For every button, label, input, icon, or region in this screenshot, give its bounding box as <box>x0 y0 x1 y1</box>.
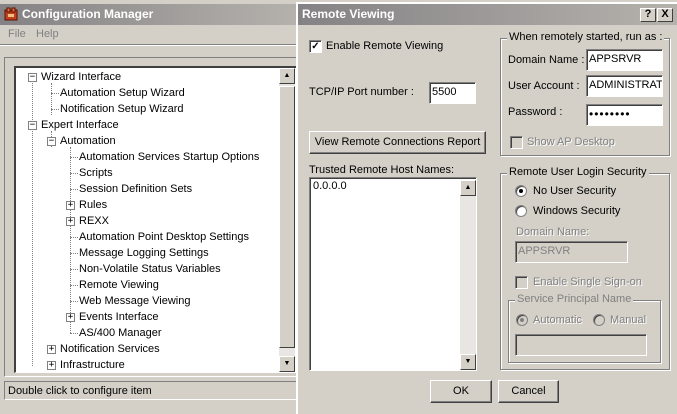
enable-remote-viewing-checkbox[interactable]: ✓ <box>309 40 322 53</box>
tree-item-automation-setup-wizard[interactable]: Automation Setup Wizard <box>60 85 185 101</box>
tree-item-infrastructure[interactable]: Infrastructure <box>60 357 125 373</box>
tree-item-message-logging[interactable]: Message Logging Settings <box>79 245 209 261</box>
tree-line <box>70 237 78 238</box>
run-as-group-title: When remotely started, run as : <box>507 31 665 43</box>
tree-line <box>70 189 78 190</box>
tree-item-remote-viewing[interactable]: Remote Viewing <box>79 277 159 293</box>
tree-item-rules[interactable]: Rules <box>79 197 107 213</box>
port-input[interactable]: 5500 <box>429 82 476 104</box>
scroll-down-button[interactable]: ▼ <box>460 354 476 370</box>
tree-item-notification-setup-wizard[interactable]: Notification Setup Wizard <box>60 101 184 117</box>
hosts-scrollbar[interactable]: ▲ ▼ <box>460 180 476 370</box>
status-bar: Double click to configure item <box>4 381 298 400</box>
config-tree[interactable]: − Wizard Interface Automation Setup Wiza… <box>14 66 297 373</box>
tree-item-as400-manager[interactable]: AS/400 Manager <box>79 325 162 341</box>
menu-separator <box>0 44 298 46</box>
enable-remote-viewing-label: Enable Remote Viewing <box>326 40 444 52</box>
tree-line <box>70 157 78 158</box>
tree-item-automation[interactable]: Automation <box>60 133 116 149</box>
tree-item-session-definition-sets[interactable]: Session Definition Sets <box>79 181 192 197</box>
scroll-down-button[interactable]: ▼ <box>279 356 295 372</box>
scroll-up-button[interactable]: ▲ <box>279 68 295 84</box>
list-item[interactable]: 0.0.0.0 <box>313 180 347 192</box>
help-button[interactable]: ? <box>640 8 656 22</box>
domain-name-input[interactable]: APPSRVR <box>586 49 663 71</box>
tree-line <box>70 147 71 333</box>
user-account-label: User Account : <box>508 80 580 92</box>
sso-domain-input[interactable]: APPSRVR <box>515 241 628 263</box>
spn-manual-input[interactable] <box>515 334 647 356</box>
expand-toggle[interactable]: + <box>66 313 75 322</box>
expand-toggle[interactable]: + <box>66 217 75 226</box>
view-connections-report-button[interactable]: View Remote Connections Report <box>309 131 486 154</box>
expand-toggle[interactable]: + <box>47 345 56 354</box>
radio-dot-icon <box>520 318 524 322</box>
tree-item-scripts[interactable]: Scripts <box>79 165 113 181</box>
cancel-button[interactable]: Cancel <box>498 380 559 403</box>
login-security-group-title: Remote User Login Security <box>507 166 649 178</box>
collapse-toggle[interactable]: − <box>28 121 37 130</box>
password-input[interactable]: •••••••• <box>586 104 663 126</box>
spn-automatic-radio[interactable] <box>516 314 528 326</box>
show-ap-desktop-label: Show AP Desktop <box>527 136 615 148</box>
tree-item-events-interface[interactable]: Events Interface <box>79 309 159 325</box>
tree-line <box>70 269 78 270</box>
tree-item-startup-options[interactable]: Automation Services Startup Options <box>79 149 259 165</box>
tree-line <box>70 285 78 286</box>
main-title-bar[interactable]: Configuration Manager <box>0 4 298 25</box>
dialog-title: Remote Viewing <box>302 7 395 21</box>
spn-manual-label: Manual <box>610 314 647 326</box>
trusted-hosts-list[interactable]: 0.0.0.0 ▲ ▼ <box>309 177 477 371</box>
tree-item-wizard-interface[interactable]: Wizard Interface <box>41 69 121 85</box>
tree-item-web-message-viewing[interactable]: Web Message Viewing <box>79 293 191 309</box>
port-label: TCP/IP Port number : <box>309 86 414 98</box>
tree-line <box>70 301 78 302</box>
app-icon <box>4 7 18 21</box>
spn-manual-radio[interactable] <box>593 314 605 326</box>
show-ap-desktop-checkbox[interactable] <box>510 136 523 149</box>
collapse-toggle[interactable]: − <box>47 137 56 146</box>
single-sign-on-checkbox[interactable] <box>515 276 528 289</box>
scroll-up-button[interactable]: ▲ <box>460 180 476 196</box>
tree-item-desktop-settings[interactable]: Automation Point Desktop Settings <box>79 229 249 245</box>
tree-line <box>70 253 78 254</box>
user-account-input[interactable]: ADMINISTRAT <box>586 75 663 97</box>
windows-security-label: Windows Security <box>533 205 621 217</box>
ok-button[interactable]: OK <box>430 380 492 403</box>
password-label: Password : <box>508 106 563 118</box>
menu-file[interactable]: File <box>8 28 26 40</box>
tree-line <box>70 173 78 174</box>
dialog-title-bar[interactable]: Remote Viewing ? X <box>298 4 677 25</box>
tree-line <box>51 83 52 115</box>
collapse-toggle[interactable]: − <box>28 73 37 82</box>
menu-help[interactable]: Help <box>36 28 59 40</box>
single-sign-on-label: Enable Single Sign-on <box>533 276 642 288</box>
domain-name-label: Domain Name : <box>508 54 585 66</box>
windows-security-radio[interactable] <box>515 205 527 217</box>
tree-item-expert-interface[interactable]: Expert Interface <box>41 117 119 133</box>
tree-item-status-variables[interactable]: Non-Volatile Status Variables <box>79 261 221 277</box>
no-user-security-radio[interactable] <box>515 185 527 197</box>
expand-toggle[interactable]: + <box>47 361 56 370</box>
scroll-thumb[interactable] <box>279 86 295 348</box>
main-window-title: Configuration Manager <box>22 7 154 21</box>
radio-dot-icon <box>519 189 523 193</box>
tree-line <box>51 93 59 94</box>
tree-item-notification-services[interactable]: Notification Services <box>60 341 160 357</box>
spn-group-title: Service Principal Name <box>515 293 634 305</box>
close-button[interactable]: X <box>657 8 673 22</box>
spn-automatic-label: Automatic <box>533 314 582 326</box>
expand-toggle[interactable]: + <box>66 201 75 210</box>
no-user-security-label: No User Security <box>533 185 617 197</box>
sso-domain-label: Domain Name: <box>516 226 590 238</box>
checkmark-icon: ✓ <box>311 41 320 52</box>
tree-line <box>51 109 59 110</box>
tree-scrollbar[interactable]: ▲ ▼ <box>279 68 295 372</box>
trusted-hosts-label: Trusted Remote Host Names: <box>309 164 455 176</box>
tree-line <box>70 333 78 334</box>
tree-item-rexx[interactable]: REXX <box>79 213 109 229</box>
